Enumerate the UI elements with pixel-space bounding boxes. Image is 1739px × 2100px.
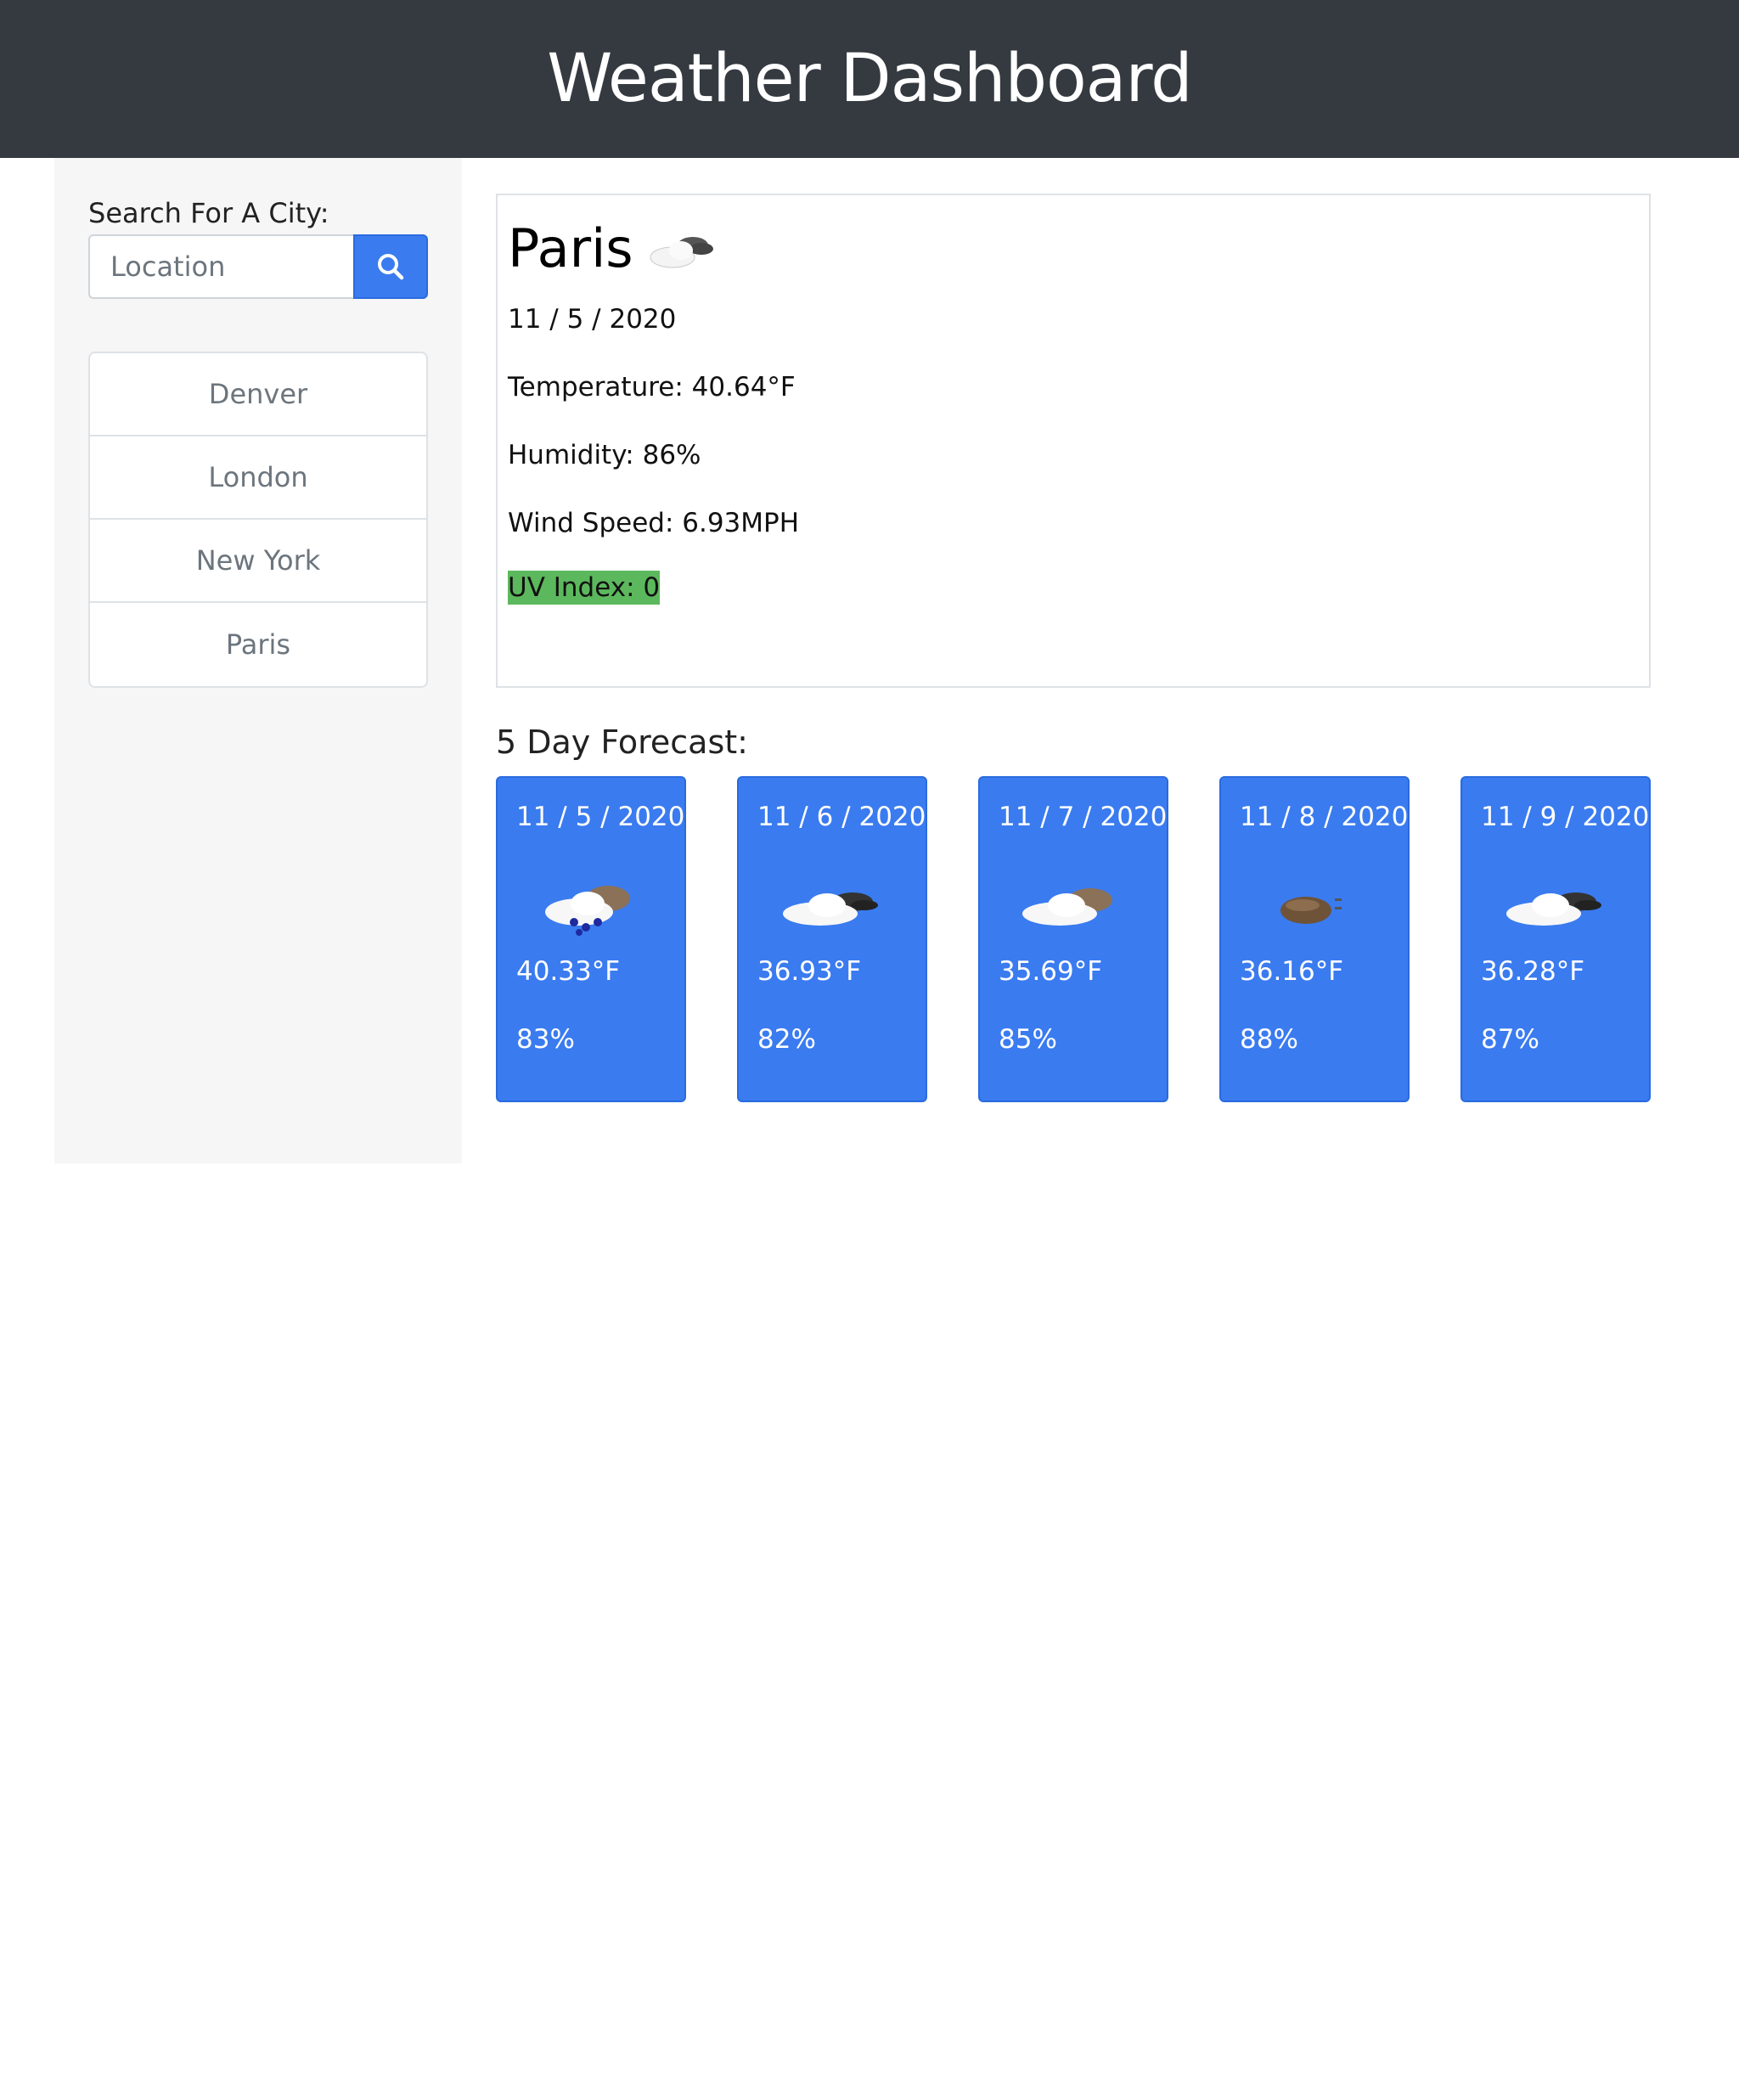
forecast-card: 11 / 7 / 2020 35.69°F 85% [978, 776, 1168, 1102]
search-label: Search For A City: [88, 197, 329, 229]
forecast-card: 11 / 5 / 2020 40.33°F 83% [496, 776, 686, 1102]
forecast-date: 11 / 6 / 2020 [757, 802, 926, 832]
forecast-row: 11 / 5 / 2020 40.33°F 83% 11 / 6 / 2020 … [496, 776, 1651, 1102]
forecast-temperature: 40.33°F [516, 956, 621, 987]
forecast-humidity: 88% [1240, 1024, 1298, 1055]
forecast-date: 11 / 5 / 2020 [516, 802, 685, 832]
broken-cloud-icon [1280, 897, 1342, 924]
forecast-temperature: 36.93°F [757, 956, 862, 987]
app-header: Weather Dashboard [0, 0, 1739, 158]
forecast-temperature: 35.69°F [999, 956, 1103, 987]
brown-cloud-icon [1022, 888, 1112, 926]
history-item-new-york[interactable]: New York [90, 520, 426, 603]
forecast-humidity: 87% [1481, 1024, 1539, 1055]
city-name: Paris [508, 217, 633, 279]
forecast-humidity: 83% [516, 1024, 575, 1055]
current-date: 11 / 5 / 2020 [508, 304, 677, 335]
current-temperature: Temperature: 40.64°F [508, 372, 796, 403]
forecast-humidity: 82% [757, 1024, 816, 1055]
page-title: Weather Dashboard [547, 41, 1192, 117]
uv-index-badge: UV Index: 0 [508, 571, 661, 605]
rain-cloud-icon [545, 886, 630, 936]
history-item-denver[interactable]: Denver [90, 353, 426, 436]
dark-cloud-icon [783, 892, 878, 926]
history-item-london[interactable]: London [90, 436, 426, 520]
search-input[interactable] [88, 234, 353, 299]
forecast-title: 5 Day Forecast: [496, 723, 748, 761]
search-form [88, 234, 428, 299]
search-history-list: Denver London New York Paris [88, 352, 428, 688]
partly-cloudy-icon [650, 236, 713, 267]
current-wind-speed: Wind Speed: 6.93MPH [508, 508, 800, 538]
forecast-humidity: 85% [999, 1024, 1057, 1055]
forecast-temperature: 36.28°F [1481, 956, 1585, 987]
search-button[interactable] [353, 234, 428, 299]
uv-row: UV Index: 0 [508, 571, 661, 605]
forecast-date: 11 / 9 / 2020 [1481, 802, 1650, 832]
history-item-paris[interactable]: Paris [90, 603, 426, 686]
forecast-card: 11 / 9 / 2020 36.28°F 87% [1460, 776, 1651, 1102]
dark-cloud-icon [1506, 892, 1601, 926]
city-heading: Paris [508, 217, 717, 279]
search-icon [378, 254, 404, 280]
forecast-date: 11 / 8 / 2020 [1240, 802, 1409, 832]
forecast-card: 11 / 6 / 2020 36.93°F 82% [737, 776, 927, 1102]
sidebar: Search For A City: Denver London New Yor… [54, 158, 462, 1163]
forecast-temperature: 36.16°F [1240, 956, 1344, 987]
current-weather-card: Paris 11 / 5 / 2020 Temperature: 40.64°F… [496, 194, 1651, 688]
forecast-date: 11 / 7 / 2020 [999, 802, 1168, 832]
forecast-card: 11 / 8 / 2020 36.16°F 88% [1219, 776, 1410, 1102]
current-humidity: Humidity: 86% [508, 440, 701, 470]
